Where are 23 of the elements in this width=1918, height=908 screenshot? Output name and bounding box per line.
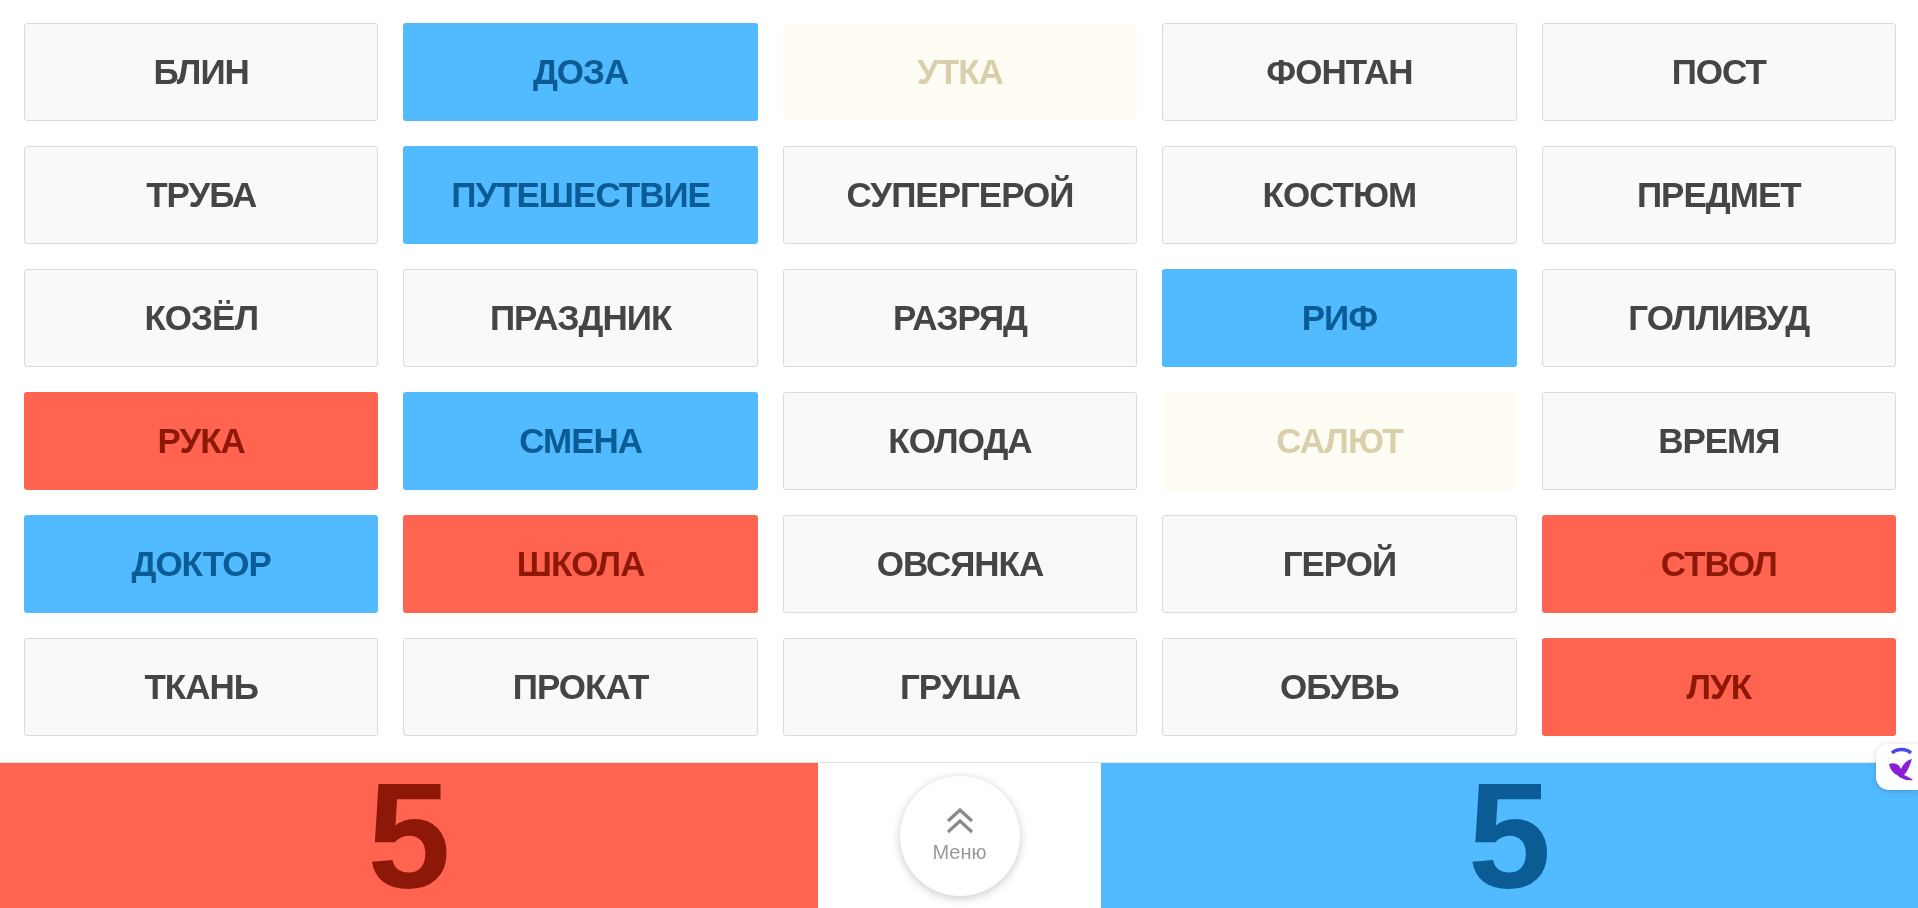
word-card[interactable]: ПРОКАТ (403, 638, 758, 736)
double-chevron-up-icon (944, 807, 975, 835)
word-card[interactable]: ВРЕМЯ (1541, 392, 1896, 490)
word-card[interactable]: ГРУША (782, 638, 1138, 736)
word-card[interactable]: ФОНТАН (1162, 23, 1517, 121)
word-card[interactable]: РАЗРЯД (782, 269, 1138, 367)
word-card[interactable]: ПРЕДМЕТ (1541, 146, 1896, 244)
word-card[interactable]: ОБУВЬ (1162, 638, 1517, 736)
word-card[interactable]: ПОСТ (1541, 23, 1896, 121)
score-number: 5 (1467, 760, 1552, 908)
score-number: 5 (367, 760, 451, 908)
word-card[interactable]: ОВСЯНКА (782, 515, 1138, 613)
word-card[interactable]: КОСТЮМ (1162, 146, 1517, 244)
word-card[interactable]: КОЗЁЛ (24, 269, 379, 367)
word-card[interactable]: КОЛОДА (782, 392, 1138, 490)
word-card[interactable]: ПРАЗДНИК (403, 269, 758, 367)
word-card[interactable]: ТРУБА (24, 146, 379, 244)
bird-icon[interactable] (1875, 744, 1918, 790)
word-card[interactable]: ТКАНЬ (24, 638, 379, 736)
word-card[interactable]: БЛИН (24, 23, 379, 121)
word-card[interactable]: СУПЕРГЕРОЙ (782, 146, 1138, 244)
word-card[interactable]: ГЕРОЙ (1162, 515, 1517, 613)
word-card[interactable]: ГОЛЛИВУД (1541, 269, 1896, 367)
